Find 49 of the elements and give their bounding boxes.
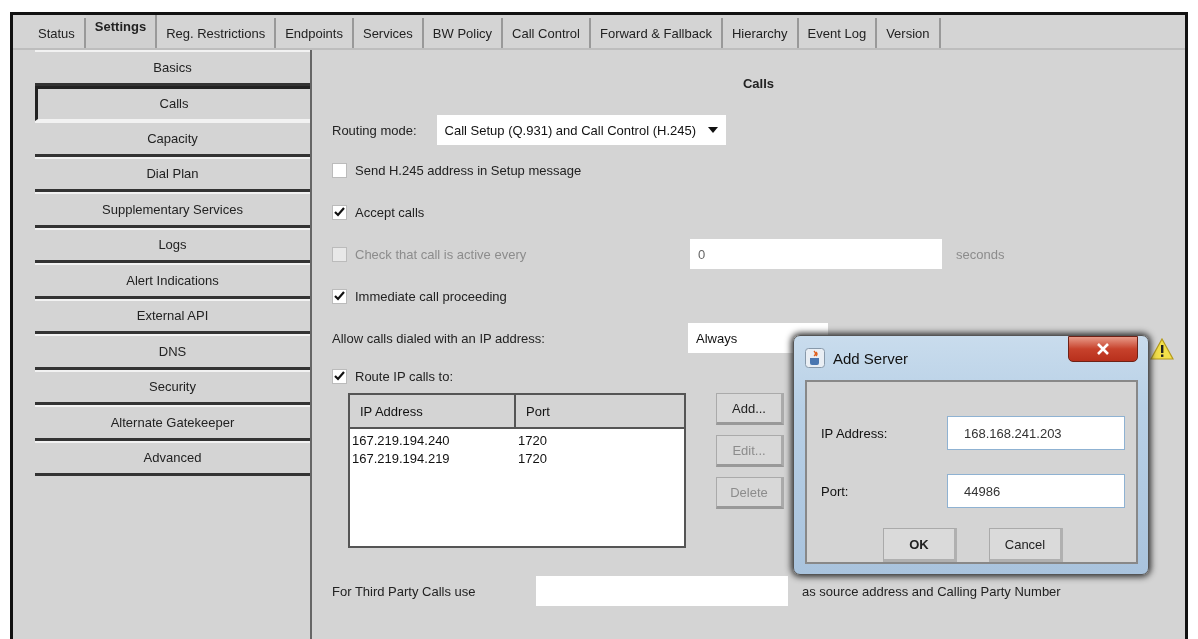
field-label: IP Address:	[821, 425, 888, 441]
sidebar-item[interactable]: External API	[35, 298, 310, 334]
checkbox[interactable]	[332, 368, 347, 384]
sidebar-item[interactable]: Security	[35, 369, 310, 405]
warning-icon	[1150, 338, 1174, 360]
sidebar-item[interactable]: Basics	[35, 50, 310, 86]
checkbox-label: Check that call is active every	[355, 246, 528, 262]
dialog-button[interactable]: OK	[883, 528, 957, 562]
field-label: Routing mode:	[332, 122, 417, 138]
unit-label: seconds	[956, 246, 1005, 262]
table-cell: 167.219.194.219	[352, 451, 450, 466]
tab[interactable]: Settings	[85, 15, 158, 48]
sidebar-item[interactable]: Supplementary Services	[35, 192, 310, 228]
checkbox[interactable]	[332, 288, 347, 304]
table-cell: 1720	[518, 451, 547, 466]
close-icon	[1096, 343, 1110, 355]
server-button[interactable]: Add...	[716, 393, 784, 425]
dialog-button[interactable]: Cancel	[989, 528, 1063, 562]
java-cup-icon	[805, 348, 825, 368]
input-field[interactable]: 168.168.241.203	[947, 416, 1125, 450]
close-button[interactable]	[1068, 336, 1138, 362]
sidebar-item[interactable]: Calls	[35, 85, 310, 121]
checkbox-label: Accept calls	[355, 204, 425, 220]
third-party-field[interactable]	[536, 576, 788, 606]
sidebar-item[interactable]: Logs	[35, 227, 310, 263]
dialog-title: Add Server	[833, 349, 909, 367]
caret-icon	[708, 127, 718, 133]
table-cell: 1720	[518, 433, 547, 448]
checkbox[interactable]	[332, 162, 347, 178]
field-hint: as source address and Calling Party Number	[802, 583, 1061, 599]
section-title: Calls	[742, 76, 775, 91]
sidebar-item[interactable]: Capacity	[35, 121, 310, 157]
column-header[interactable]: IP Address	[350, 395, 516, 427]
field-label: Allow calls dialed with an IP address:	[332, 330, 546, 346]
input-field[interactable]: 44986	[947, 474, 1125, 508]
sidebar-item[interactable]: Alternate Gatekeeper	[35, 405, 310, 441]
sidebar-item[interactable]: Alert Indications	[35, 263, 310, 299]
checkbox-label: Send H.245 address in Setup message	[355, 162, 582, 178]
checkbox[interactable]	[332, 204, 347, 220]
field-label: For Third Party Calls use	[332, 583, 477, 599]
sidebar-item[interactable]: Dial Plan	[35, 156, 310, 192]
routing-mode-dropdown[interactable]: Call Setup (Q.931) and Call Control (H.245)	[436, 115, 726, 145]
sidebar-item[interactable]: DNS	[35, 334, 310, 370]
checkbox-label: Immediate call proceeding	[355, 288, 507, 304]
table-cell: 167.219.194.240	[352, 433, 450, 448]
checkbox-label: Route IP calls to:	[355, 368, 454, 384]
field-label: Port:	[821, 483, 849, 499]
sidebar-item[interactable]: Advanced	[35, 440, 310, 476]
column-header[interactable]: Port	[516, 395, 550, 427]
